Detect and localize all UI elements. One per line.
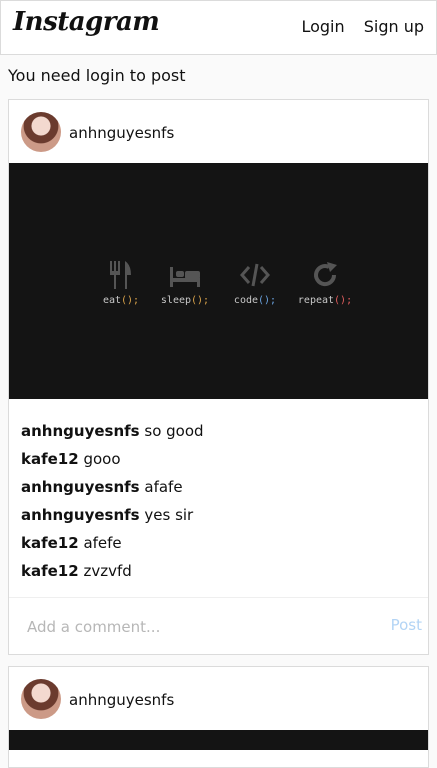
post-card: anhnguyesnfs eat(); sleep(); code(); rep… (8, 99, 429, 655)
code-icon (215, 259, 295, 291)
login-link[interactable]: Login (301, 17, 344, 36)
comment: kafe12 gooo (21, 445, 416, 473)
comment-user[interactable]: kafe12 (21, 562, 79, 580)
motto-paren: (); (258, 295, 277, 306)
motto-item: repeat(); (285, 259, 365, 306)
avatar[interactable] (21, 112, 61, 152)
comment: kafe12 afefe (21, 529, 416, 557)
motto-item: sleep(); (145, 259, 225, 306)
motto-paren: (); (191, 295, 210, 306)
comment-text: zvzvfd (83, 562, 132, 580)
post-image (9, 730, 428, 750)
motto-label: repeat (297, 295, 335, 306)
bed-icon (145, 259, 225, 291)
motto-item: code(); (215, 259, 295, 306)
avatar[interactable] (21, 679, 61, 719)
motto-paren: (); (334, 295, 353, 306)
comment-user[interactable]: kafe12 (21, 534, 79, 552)
signup-link[interactable]: Sign up (364, 17, 424, 36)
post-image: eat(); sleep(); code(); repeat(); (9, 163, 428, 399)
comment-text: so good (144, 422, 204, 440)
post-comment-button[interactable]: Post (391, 616, 422, 634)
comment-user[interactable]: anhnguyesnfs (21, 506, 140, 524)
comment-text: yes sir (144, 506, 194, 524)
comment-input[interactable] (25, 614, 359, 640)
login-notice: You need login to post (8, 66, 186, 85)
instagram-logo[interactable]: Instagram (13, 7, 160, 37)
motto-label: eat (102, 295, 121, 306)
comment-text: afefe (83, 534, 122, 552)
repeat-icon (285, 259, 365, 291)
image-motto: eat(); sleep(); code(); repeat(); (9, 259, 428, 319)
comment-user[interactable]: kafe12 (21, 450, 79, 468)
auth-nav: Login Sign up (287, 17, 424, 36)
post-header: anhnguyesnfs (9, 100, 428, 163)
motto-label: sleep (160, 295, 192, 306)
motto-paren: (); (121, 295, 140, 306)
post-username[interactable]: anhnguyesnfs (69, 124, 174, 142)
comment-text: gooo (83, 450, 121, 468)
comment: anhnguyesnfs yes sir (21, 501, 416, 529)
comment: kafe12 zvzvfd (21, 557, 416, 585)
add-comment-form: Post (9, 597, 428, 654)
comment-user[interactable]: anhnguyesnfs (21, 478, 140, 496)
comment-list: anhnguyesnfs so good kafe12 gooo anhnguy… (9, 399, 428, 597)
comment-text: afafe (144, 478, 183, 496)
top-navbar: Instagram Login Sign up (0, 0, 437, 55)
post-username[interactable]: anhnguyesnfs (69, 691, 174, 709)
comment: anhnguyesnfs so good (21, 417, 416, 445)
comment: anhnguyesnfs afafe (21, 473, 416, 501)
motto-label: code (233, 295, 259, 306)
post-header: anhnguyesnfs (9, 667, 428, 730)
post-card: anhnguyesnfs (8, 666, 429, 768)
comment-user[interactable]: anhnguyesnfs (21, 422, 140, 440)
